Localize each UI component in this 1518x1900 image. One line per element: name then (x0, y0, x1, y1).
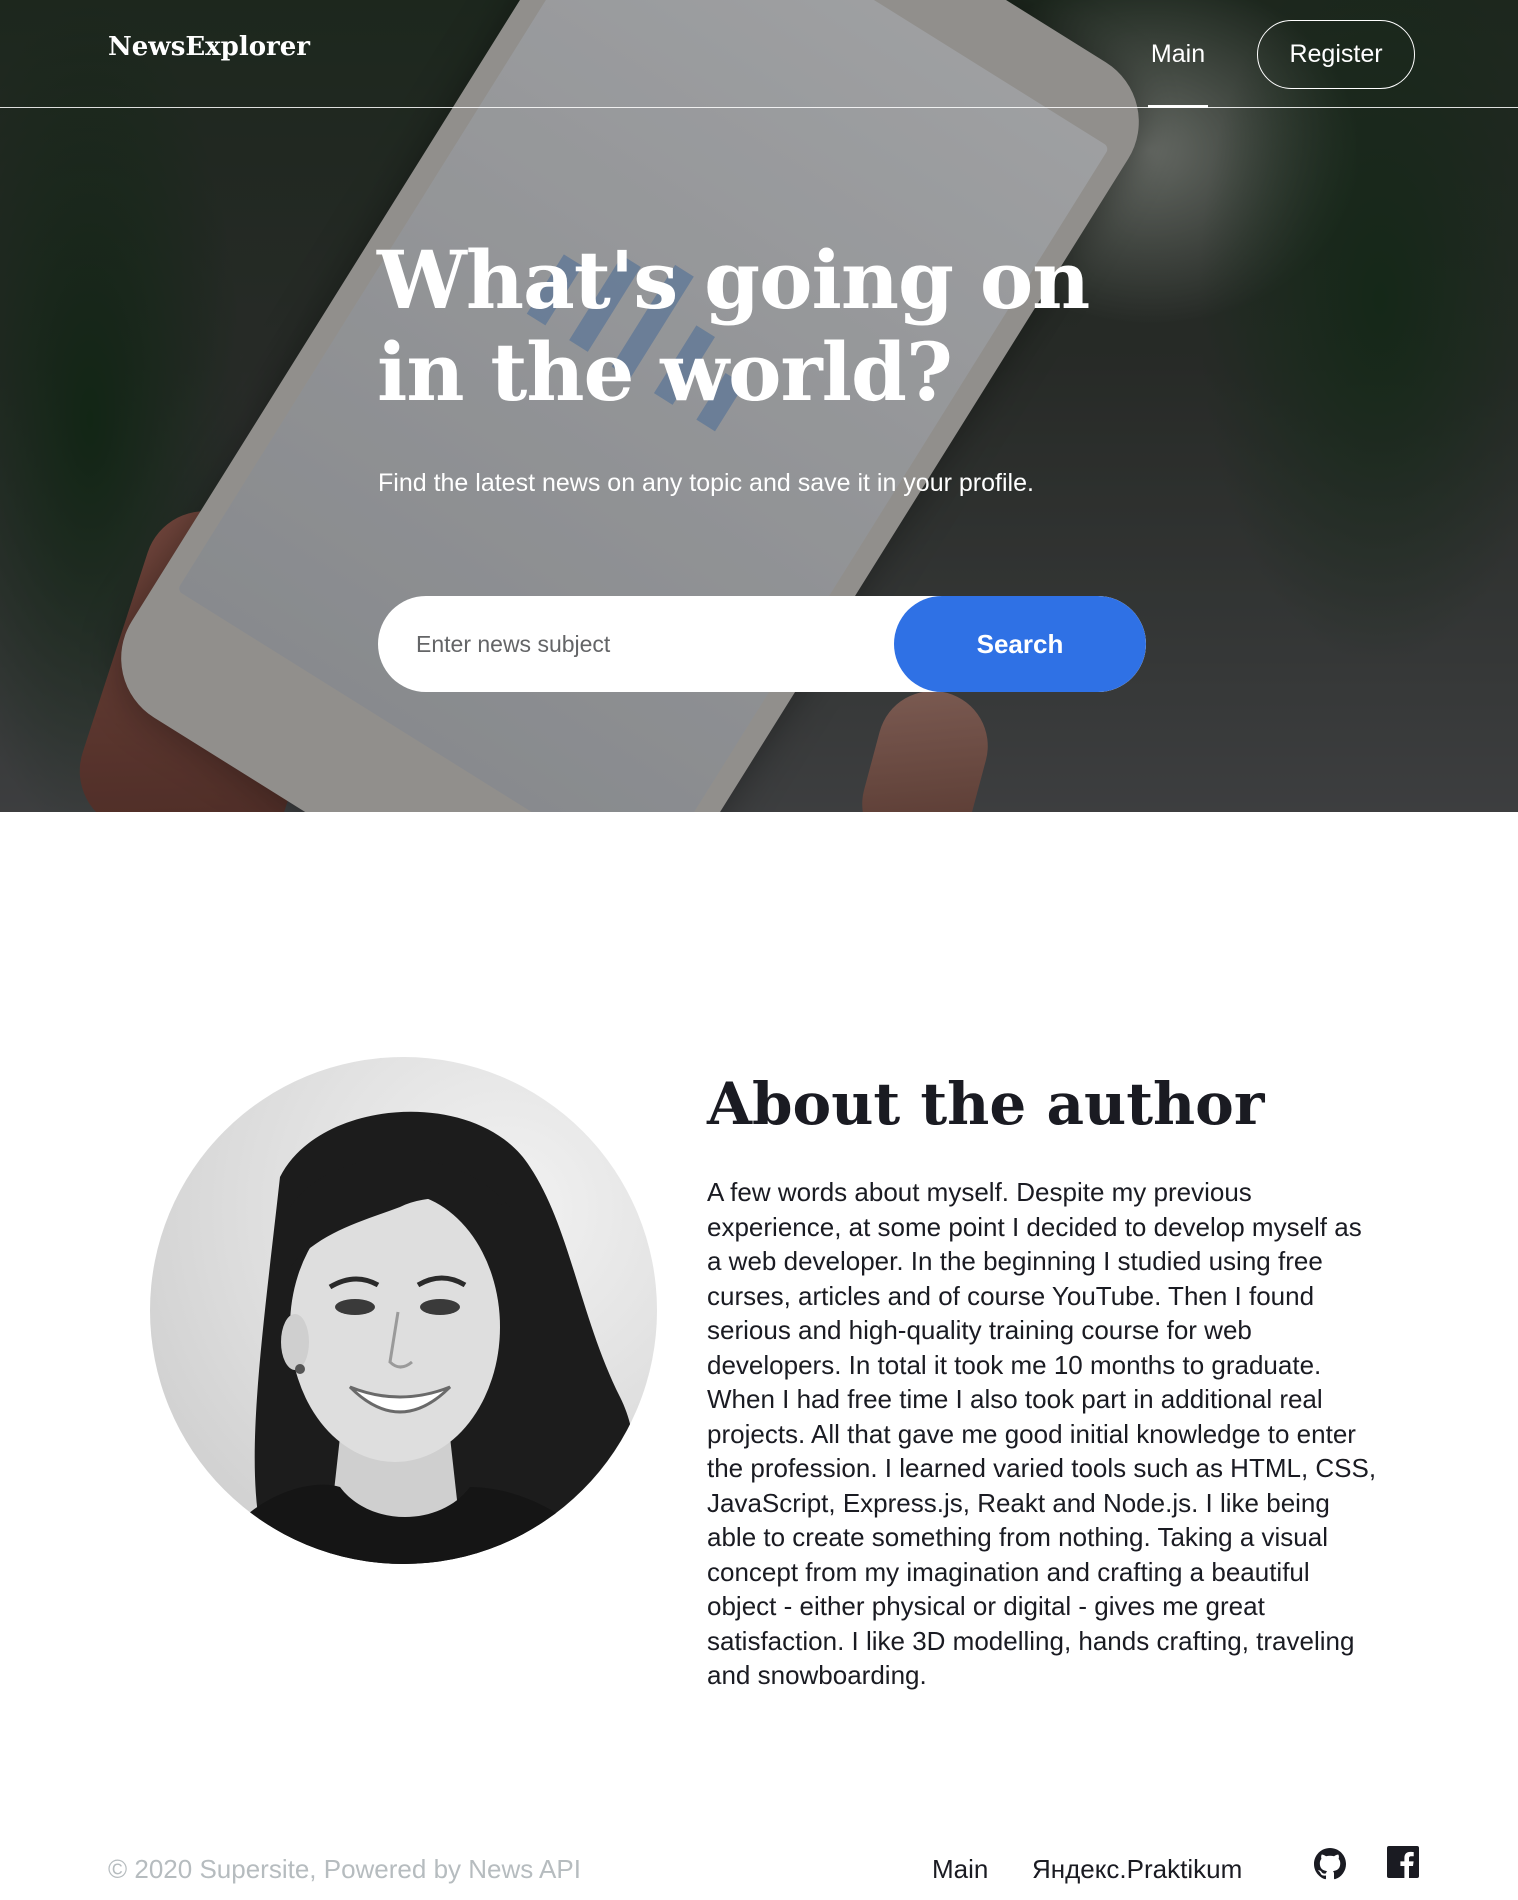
hero-title: What's going on in the world? (377, 234, 1137, 418)
hero-title-line2: in the world? (377, 325, 953, 419)
header: NewsExplorer Main Register (0, 0, 1518, 108)
footer-link-praktikum[interactable]: Яндекс.Praktikum (1032, 1854, 1242, 1885)
footer-copyright: © 2020 Supersite, Powered by News API (108, 1854, 581, 1884)
search-form: Search (378, 596, 1146, 692)
author-photo (210, 1111, 635, 1564)
search-button[interactable]: Search (894, 596, 1146, 692)
hero-title-line1: What's going on (377, 233, 1090, 327)
footer-link-main[interactable]: Main (932, 1854, 988, 1885)
about-title: About the author (707, 1070, 1265, 1138)
hero-subtitle: Find the latest news on any topic and sa… (378, 469, 1034, 497)
facebook-icon[interactable] (1387, 1846, 1419, 1878)
nav-link-main[interactable]: Main (1148, 0, 1208, 108)
hero-section: NewsExplorer Main Register What's going … (0, 0, 1518, 812)
author-avatar (150, 1057, 657, 1564)
logo[interactable]: NewsExplorer (108, 32, 310, 62)
about-text: A few words about myself. Despite my pre… (707, 1177, 1377, 1690)
github-icon[interactable] (1314, 1848, 1346, 1880)
search-input[interactable] (378, 596, 898, 692)
register-button[interactable]: Register (1257, 20, 1415, 89)
